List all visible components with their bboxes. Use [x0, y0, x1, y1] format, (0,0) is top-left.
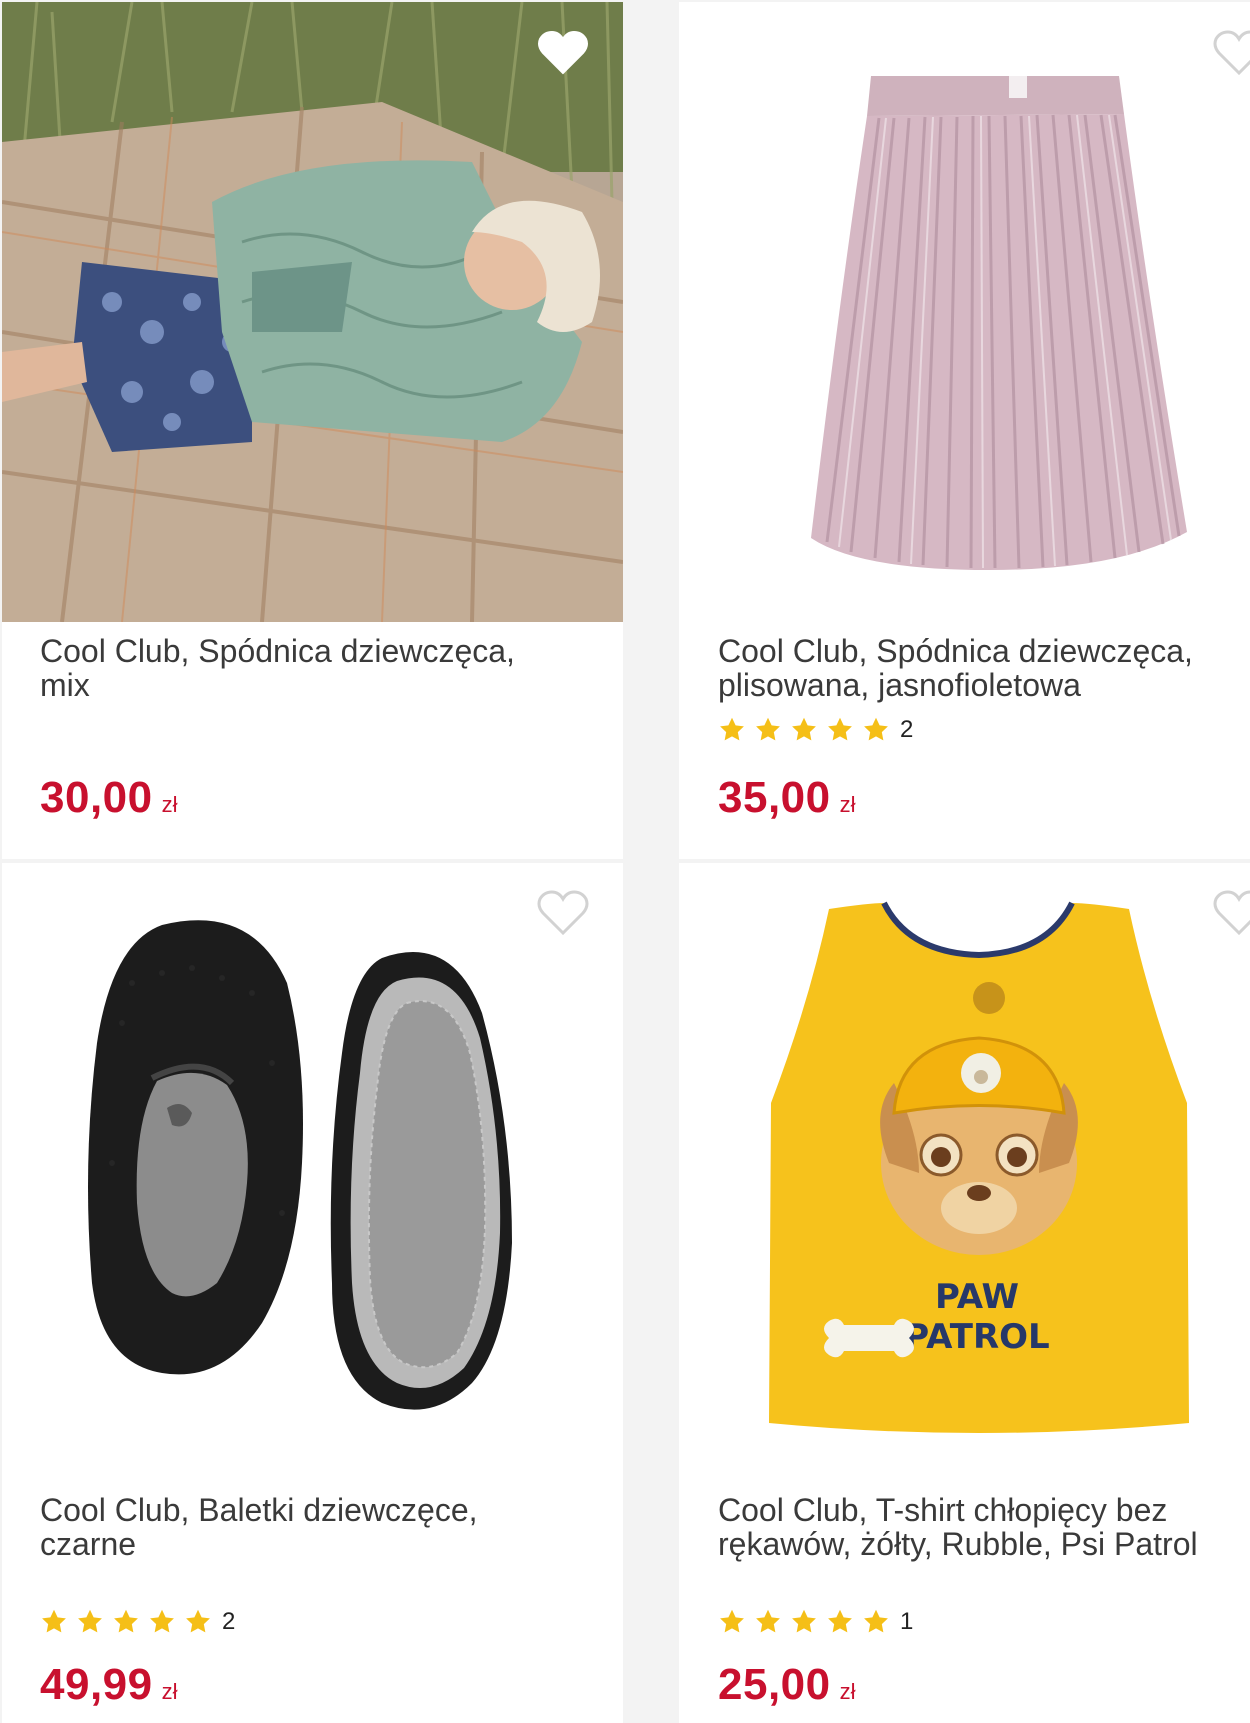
product-image[interactable]: PAW PATROL — [679, 863, 1250, 1453]
rating-stars[interactable]: 2 — [718, 716, 913, 744]
product-card[interactable]: Cool Club, Baletki dziewczęce, czarne 2 … — [2, 863, 623, 1723]
rating-stars[interactable]: 1 — [718, 1608, 913, 1636]
heart-icon[interactable] — [537, 890, 589, 936]
product-price: 49,99 zł — [40, 1660, 178, 1710]
price-currency: zł — [839, 1679, 856, 1704]
star-icon — [864, 1609, 888, 1633]
star-icon — [828, 717, 852, 741]
star-icon — [756, 1609, 780, 1633]
print-text-line-2: PATROL — [904, 1317, 1049, 1357]
star-icon — [792, 1609, 816, 1633]
rating-stars[interactable]: 2 — [40, 1608, 235, 1636]
heart-icon[interactable] — [1213, 890, 1250, 936]
review-count: 2 — [900, 716, 914, 743]
star-icon — [864, 717, 888, 741]
print-text-line-1: PAW — [935, 1277, 1019, 1317]
price-currency: zł — [839, 792, 856, 817]
heart-icon[interactable] — [537, 30, 589, 76]
product-price: 25,00 zł — [718, 1660, 856, 1710]
price-value: 35,00 — [718, 773, 831, 822]
star-icon — [42, 1609, 66, 1633]
product-price: 30,00 zł — [40, 773, 178, 823]
product-card[interactable]: PAW PATROL Cool Club, T-shirt chłopięcy … — [679, 863, 1250, 1723]
product-card[interactable]: Cool Club, Spódnica dziewczęca, plisowan… — [679, 2, 1250, 859]
star-icon — [150, 1609, 174, 1633]
price-currency: zł — [161, 1679, 178, 1704]
star-icon — [720, 717, 744, 741]
star-icon — [78, 1609, 102, 1633]
star-icon — [186, 1609, 210, 1633]
product-title[interactable]: Cool Club, Baletki dziewczęce, czarne — [40, 1493, 560, 1561]
product-card[interactable]: Cool Club, Spódnica dziewczęca, mix 30,0… — [2, 2, 623, 859]
star-icon — [720, 1609, 744, 1633]
star-icon — [114, 1609, 138, 1633]
star-icon — [828, 1609, 852, 1633]
product-title[interactable]: Cool Club, T-shirt chłopięcy bez rękawów… — [718, 1493, 1238, 1561]
review-count: 1 — [900, 1608, 914, 1635]
product-image[interactable] — [679, 2, 1250, 622]
product-price: 35,00 zł — [718, 773, 856, 823]
price-value: 25,00 — [718, 1660, 831, 1709]
review-count: 2 — [222, 1608, 236, 1635]
product-title[interactable]: Cool Club, Spódnica dziewczęca, plisowan… — [718, 634, 1238, 702]
product-image[interactable] — [2, 2, 623, 622]
price-currency: zł — [161, 792, 178, 817]
star-icon — [792, 717, 816, 741]
product-grid: Cool Club, Spódnica dziewczęca, mix 30,0… — [0, 0, 1250, 1723]
heart-icon[interactable] — [1213, 30, 1250, 76]
product-title[interactable]: Cool Club, Spódnica dziewczęca, mix — [40, 634, 560, 702]
product-image[interactable] — [2, 863, 623, 1453]
price-value: 30,00 — [40, 773, 153, 822]
price-value: 49,99 — [40, 1660, 153, 1709]
star-icon — [756, 717, 780, 741]
